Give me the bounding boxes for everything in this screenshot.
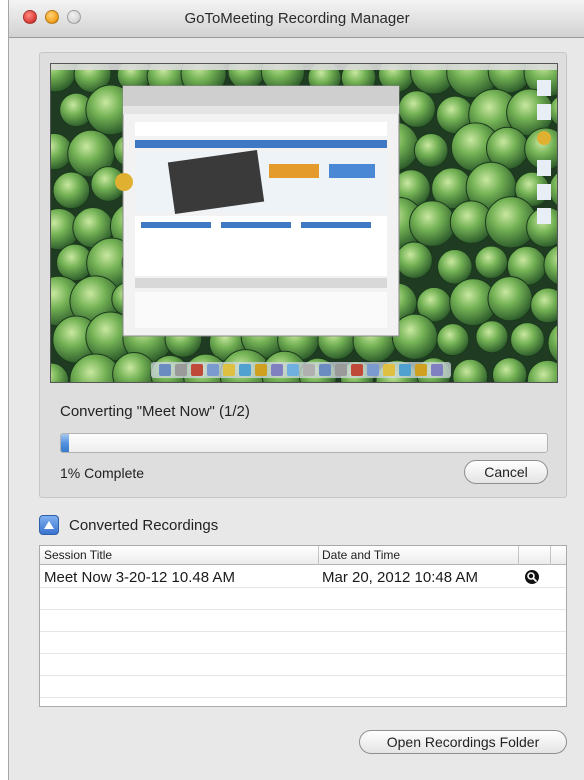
table-row-empty	[40, 588, 566, 610]
column-divider	[550, 546, 551, 565]
conversion-panel: Converting "Meet Now" (1/2) 1% Complete …	[39, 52, 567, 498]
column-header-session-title[interactable]: Session Title	[44, 548, 112, 562]
percent-complete-label: 1% Complete	[60, 465, 145, 481]
magnifier-icon[interactable]	[524, 569, 540, 585]
table-row-empty	[40, 676, 566, 698]
converted-recordings-title: Converted Recordings	[69, 517, 219, 534]
progress-fill	[61, 434, 69, 452]
column-divider	[318, 546, 319, 565]
column-divider	[518, 546, 519, 565]
title-bar: GoToMeeting Recording Manager	[9, 0, 584, 38]
column-header-date-time[interactable]: Date and Time	[322, 548, 400, 562]
conversion-status-text: Converting "Meet Now" (1/2)	[60, 403, 250, 420]
recording-manager-window: GoToMeeting Recording Manager Converting…	[8, 0, 584, 780]
browser-window-thumbnail	[122, 85, 400, 337]
conversion-progress-bar	[60, 433, 548, 453]
date-time-cell: Mar 20, 2012 10:48 AM	[322, 569, 478, 586]
converted-recordings-table: Session Title Date and Time Meet Now 3-2…	[39, 545, 567, 707]
table-header: Session Title Date and Time	[40, 546, 566, 565]
table-row-empty	[40, 632, 566, 654]
session-title-cell: Meet Now 3-20-12 10.48 AM	[44, 569, 235, 586]
recording-preview-image	[50, 63, 558, 383]
table-row[interactable]: Meet Now 3-20-12 10.48 AM Mar 20, 2012 1…	[40, 566, 566, 588]
cancel-button[interactable]: Cancel	[464, 460, 548, 484]
triangle-up-icon	[44, 521, 54, 529]
open-recordings-folder-button[interactable]: Open Recordings Folder	[359, 730, 567, 754]
window-title: GoToMeeting Recording Manager	[184, 10, 410, 27]
collapse-converted-button[interactable]	[39, 515, 59, 535]
table-row-empty	[40, 654, 566, 676]
table-row-empty	[40, 610, 566, 632]
